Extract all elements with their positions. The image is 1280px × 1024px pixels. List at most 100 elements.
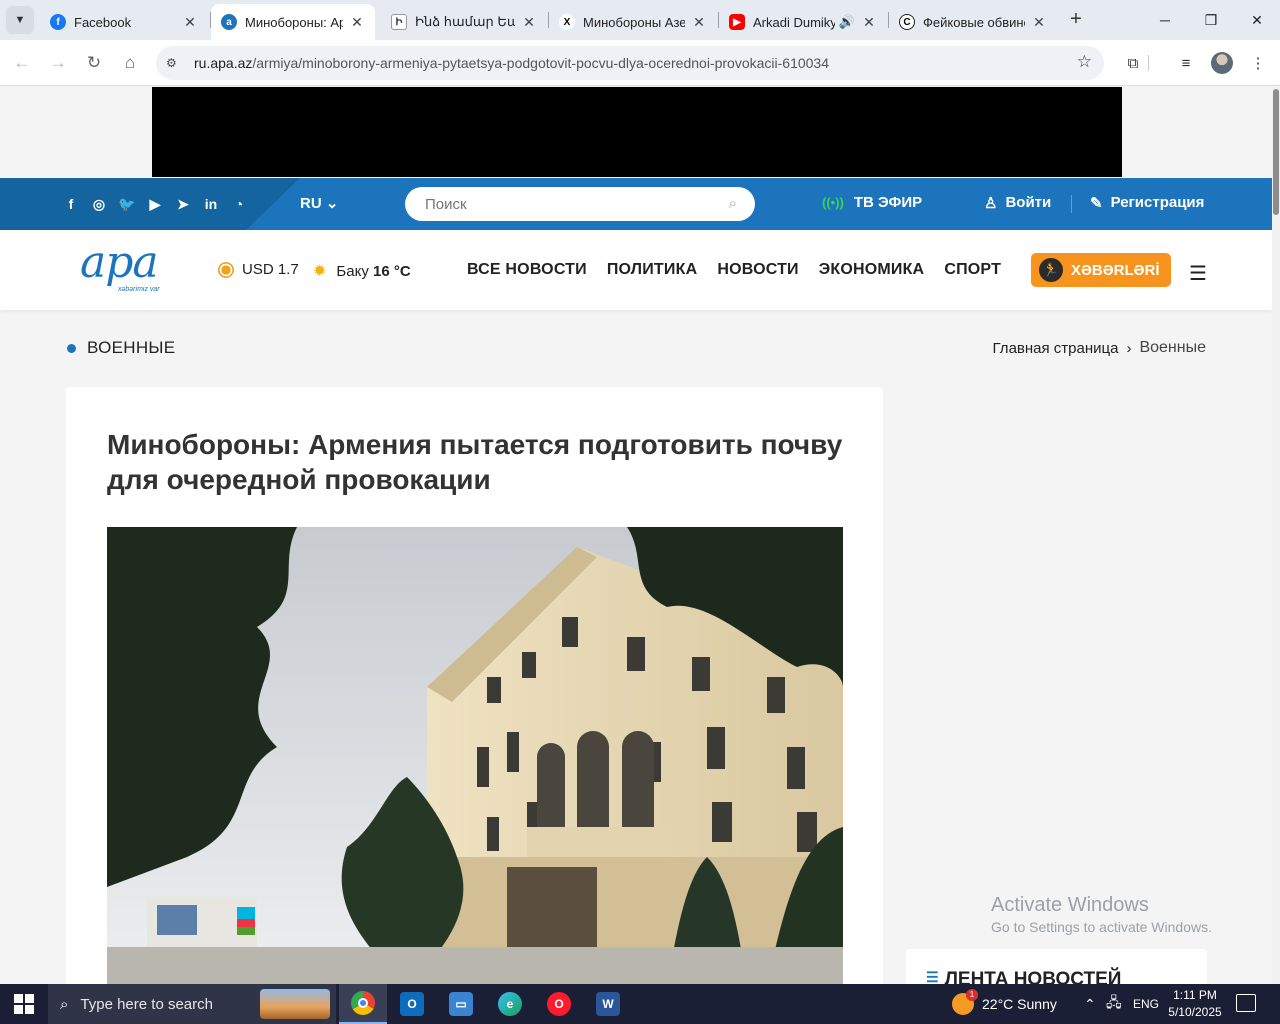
edge-taskbar-icon[interactable]: e — [486, 984, 534, 1024]
media-control-icon[interactable]: ≡ — [1175, 52, 1197, 74]
outlook-icon: O — [400, 992, 424, 1016]
remote-desktop-taskbar-icon[interactable]: ▭ — [437, 984, 485, 1024]
linkedin-icon[interactable]: in — [202, 193, 220, 215]
url-host: ru.apa.az — [194, 55, 253, 71]
notification-icon[interactable] — [1236, 994, 1256, 1012]
menu-item-politics[interactable]: ПОЛИТИКА — [607, 261, 697, 279]
site-search[interactable]: ⌕ — [405, 187, 755, 221]
close-icon[interactable]: ✕ — [691, 14, 707, 31]
back-button[interactable]: ← — [9, 50, 35, 76]
section-title: ВОЕННЫЕ — [87, 338, 176, 357]
home-button[interactable]: ⌂ — [117, 50, 143, 76]
search-highlight-image — [260, 989, 330, 1019]
speaker-icon[interactable]: 🔊 — [839, 14, 855, 30]
tab-title: Фейковые обвине — [923, 14, 1025, 30]
rss-icon[interactable]: ◔ — [230, 193, 248, 215]
facebook-icon[interactable]: f — [62, 193, 80, 215]
close-icon[interactable]: ✕ — [182, 14, 198, 31]
weather-badge: 1 — [966, 989, 978, 1001]
system-clock[interactable]: 1:11 PM 5/10/2025 — [1164, 987, 1226, 1021]
close-window-button[interactable]: ✕ — [1234, 0, 1280, 40]
close-icon[interactable]: ✕ — [861, 14, 877, 31]
menu-item-news[interactable]: НОВОСТИ — [717, 261, 798, 279]
tab-armenian[interactable]: Ի Ինձ համար Եա... ✕ — [381, 4, 547, 40]
outlook-taskbar-icon[interactable]: O — [388, 984, 436, 1024]
more-menu-icon[interactable]: ⋮ — [1247, 52, 1269, 74]
toolbar-divider — [1148, 55, 1149, 71]
tv-live-link[interactable]: ((•)) ТВ ЭФИР — [822, 194, 922, 211]
network-icon[interactable]: 🖧 — [1106, 984, 1122, 1024]
section-dot-icon — [67, 344, 76, 353]
close-icon[interactable]: ✕ — [349, 14, 365, 31]
new-tab-button[interactable]: + — [1064, 8, 1088, 32]
weather-city: Баку — [336, 262, 369, 280]
news-feed-title: ЛЕНТА НОВОСТЕЙ — [944, 969, 1122, 984]
windows-start-icon[interactable] — [14, 994, 34, 1014]
apa-logo[interactable]: apa xəbərimiz var — [80, 240, 172, 300]
windows-taskbar: ⌕ Type here to search O ▭ e O W 1 22°C S… — [0, 984, 1280, 1024]
menu-item-sport[interactable]: СПОРТ — [944, 261, 1001, 279]
weather-temp: 16 °C — [373, 262, 411, 280]
menu-item-economy[interactable]: ЭКОНОМИКА — [819, 261, 925, 279]
restore-button[interactable]: ❐ — [1188, 0, 1234, 40]
tab-youtube[interactable]: ▶ Arkadi Dumiky 🔊 ✕ — [719, 4, 887, 40]
monitor-icon: ▭ — [449, 992, 473, 1016]
minimize-button[interactable]: ─ — [1142, 0, 1188, 40]
menu-item-all-news[interactable]: ВСЕ НОВОСТИ — [467, 261, 587, 279]
opera-taskbar-icon[interactable]: O — [535, 984, 583, 1024]
page-favicon-icon: Ի — [391, 14, 407, 30]
tab-facebook[interactable]: f Facebook ✕ — [40, 4, 208, 40]
search-icon[interactable]: ⌕ — [729, 195, 737, 212]
language-selector[interactable]: RU ⌄ — [300, 194, 338, 212]
chrome-taskbar-icon[interactable] — [339, 984, 387, 1024]
url-text: ru.apa.az/armiya/minoborony-armeniya-pyt… — [194, 55, 829, 71]
search-icon: ⌕ — [60, 995, 69, 1013]
hamburger-menu-icon[interactable]: ☰ — [1189, 261, 1207, 286]
extensions-icon[interactable]: ⧉ — [1122, 52, 1144, 74]
breadcrumb-current: Военные — [1139, 339, 1206, 356]
close-icon[interactable]: ✕ — [1031, 14, 1047, 31]
edge-icon: e — [498, 992, 522, 1016]
social-links: f ◎ 🐦 ▶ ➤ in ◔ — [62, 193, 248, 215]
breadcrumb-home[interactable]: Главная страница — [993, 340, 1119, 357]
instagram-icon[interactable]: ◎ — [90, 193, 108, 215]
tab-fake-accusations[interactable]: C Фейковые обвине ✕ — [889, 4, 1057, 40]
divider — [1071, 195, 1072, 213]
watermark-line-2: Go to Settings to activate Windows. — [991, 919, 1212, 935]
word-taskbar-icon[interactable]: W — [584, 984, 632, 1024]
taskbar-weather[interactable]: 1 22°C Sunny — [952, 984, 1057, 1024]
address-bar[interactable]: ⚙ ru.apa.az/armiya/minoborony-armeniya-p… — [156, 46, 1104, 80]
tab-apa-article[interactable]: a Минобороны: Ар ✕ — [211, 4, 375, 40]
taskbar-search[interactable]: ⌕ Type here to search — [48, 984, 336, 1024]
runner-icon: 🏃 — [1039, 258, 1063, 282]
site-info-icon[interactable]: ⚙ — [166, 56, 186, 70]
twitter-icon[interactable]: 🐦 — [118, 193, 136, 215]
profile-avatar[interactable] — [1211, 52, 1233, 74]
register-link[interactable]: ✎ Регистрация — [1090, 194, 1204, 212]
close-icon[interactable]: ✕ — [521, 14, 537, 31]
tab-x-post[interactable]: X Минобороны Азе ✕ — [549, 4, 717, 40]
xeberleri-button[interactable]: 🏃 XƏBƏRLƏRİ — [1031, 253, 1171, 287]
bookmark-star-icon[interactable]: ☆ — [1077, 52, 1092, 72]
page-scrollbar[interactable] — [1272, 87, 1280, 984]
tab-title: Ինձ համար Եա... — [415, 14, 515, 29]
youtube-icon[interactable]: ▶ — [146, 193, 164, 215]
currency-rate: USD 1.7 — [218, 261, 299, 278]
search-input[interactable] — [425, 194, 705, 214]
browser-toolbar: ← → ↻ ⌂ ⚙ ru.apa.az/armiya/minoborony-ar… — [0, 40, 1280, 86]
forward-button[interactable]: → — [45, 50, 71, 76]
tab-title: Arkadi Dumiky — [753, 14, 835, 30]
reload-button[interactable]: ↻ — [81, 50, 107, 76]
clock-date: 5/10/2025 — [1168, 1005, 1222, 1019]
xeberleri-label: XƏBƏRLƏRİ — [1071, 261, 1160, 279]
article-card: Минобороны: Армения пытается подготовить… — [66, 387, 883, 984]
scrollbar-thumb[interactable] — [1273, 89, 1279, 215]
login-link[interactable]: ♙ Войти — [984, 194, 1051, 212]
tab-title: Минобороны Азе — [583, 14, 685, 30]
ad-banner[interactable] — [152, 87, 1122, 177]
tab-search-button[interactable]: ▼ — [6, 6, 34, 34]
chevron-up-icon[interactable]: ⌃ — [1084, 984, 1096, 1024]
input-language[interactable]: ENG — [1133, 984, 1159, 1024]
telegram-icon[interactable]: ➤ — [174, 193, 192, 215]
login-label: Войти — [1005, 194, 1052, 211]
